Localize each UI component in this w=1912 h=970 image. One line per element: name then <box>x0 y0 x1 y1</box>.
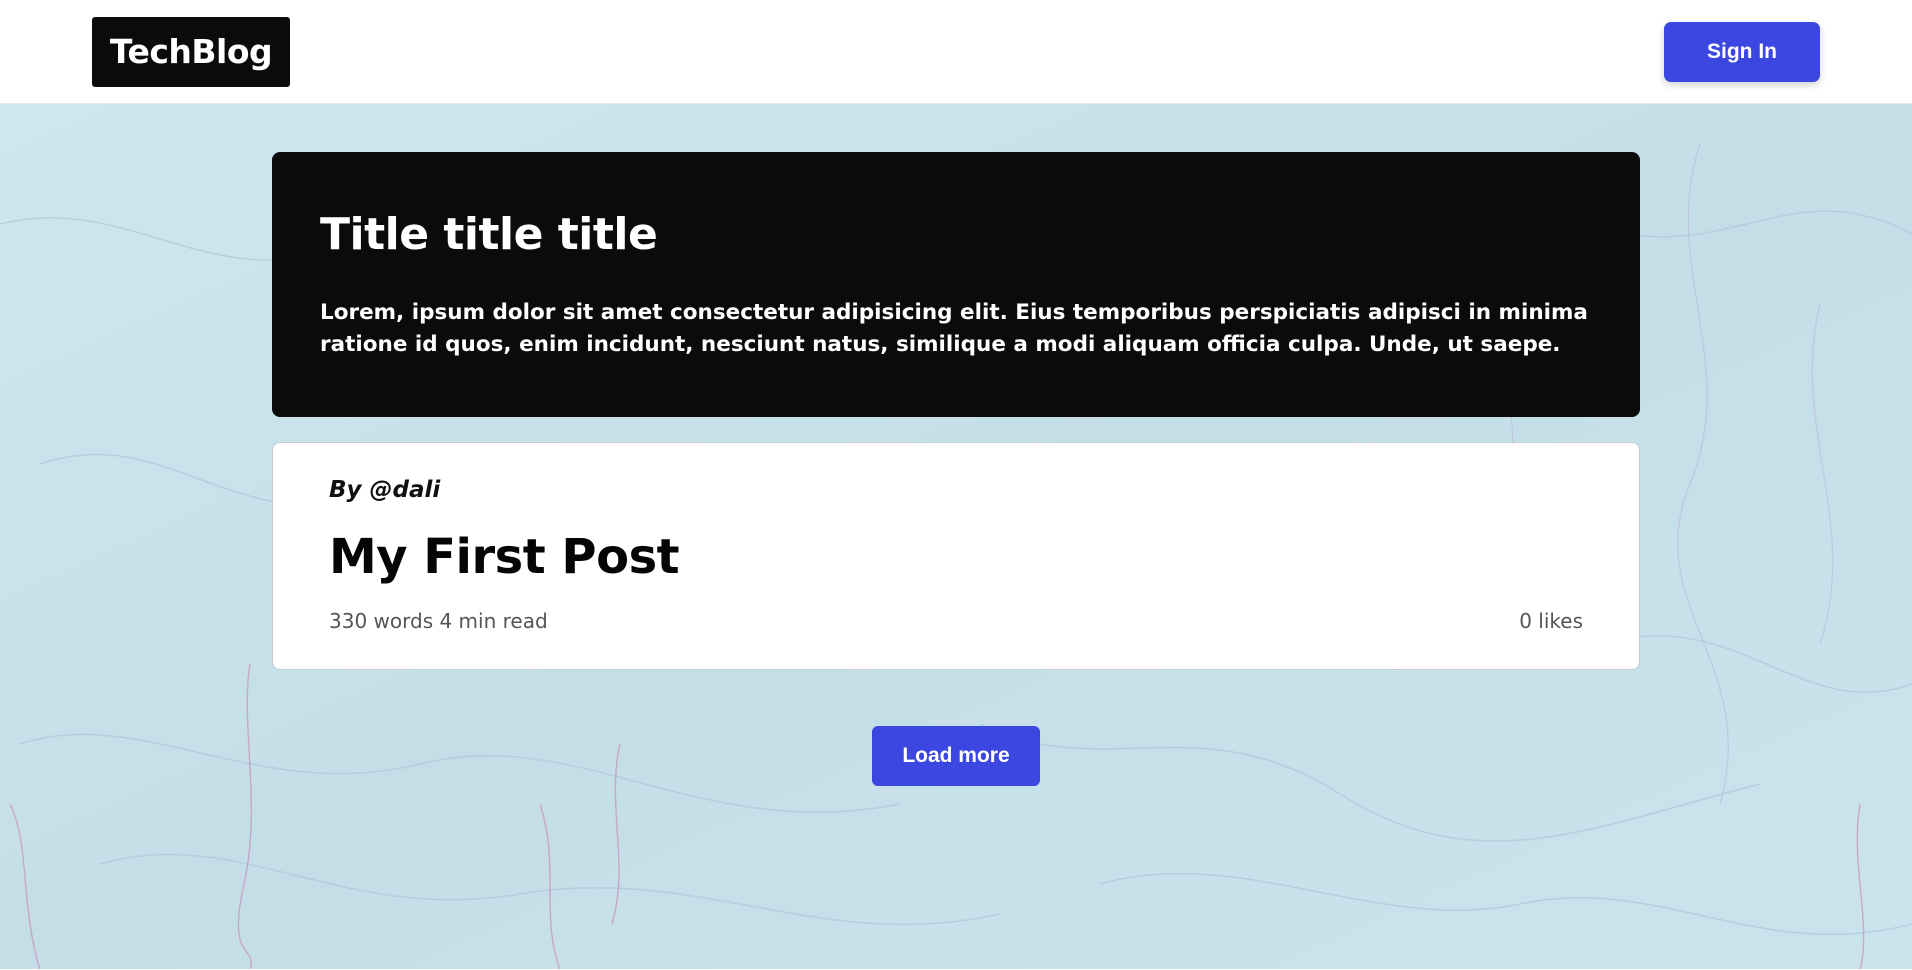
load-more-button[interactable]: Load more <box>872 726 1040 786</box>
site-logo[interactable]: TechBlog <box>92 17 290 87</box>
post-card[interactable]: By @dali My First Post 330 words 4 min r… <box>272 442 1640 670</box>
post-author[interactable]: By @dali <box>329 477 440 503</box>
post-reading-stats: 330 words 4 min read <box>329 609 548 633</box>
hero-description: Lorem, ipsum dolor sit amet consectetur … <box>320 299 1588 357</box>
hero-title: Title title title <box>320 209 658 260</box>
post-title[interactable]: My First Post <box>329 529 680 585</box>
hero-banner: Title title title Lorem, ipsum dolor sit… <box>272 152 1640 417</box>
post-likes-count: 0 likes <box>1519 609 1583 633</box>
sign-in-button[interactable]: Sign In <box>1664 22 1820 82</box>
site-header: TechBlog Sign In <box>0 0 1912 104</box>
